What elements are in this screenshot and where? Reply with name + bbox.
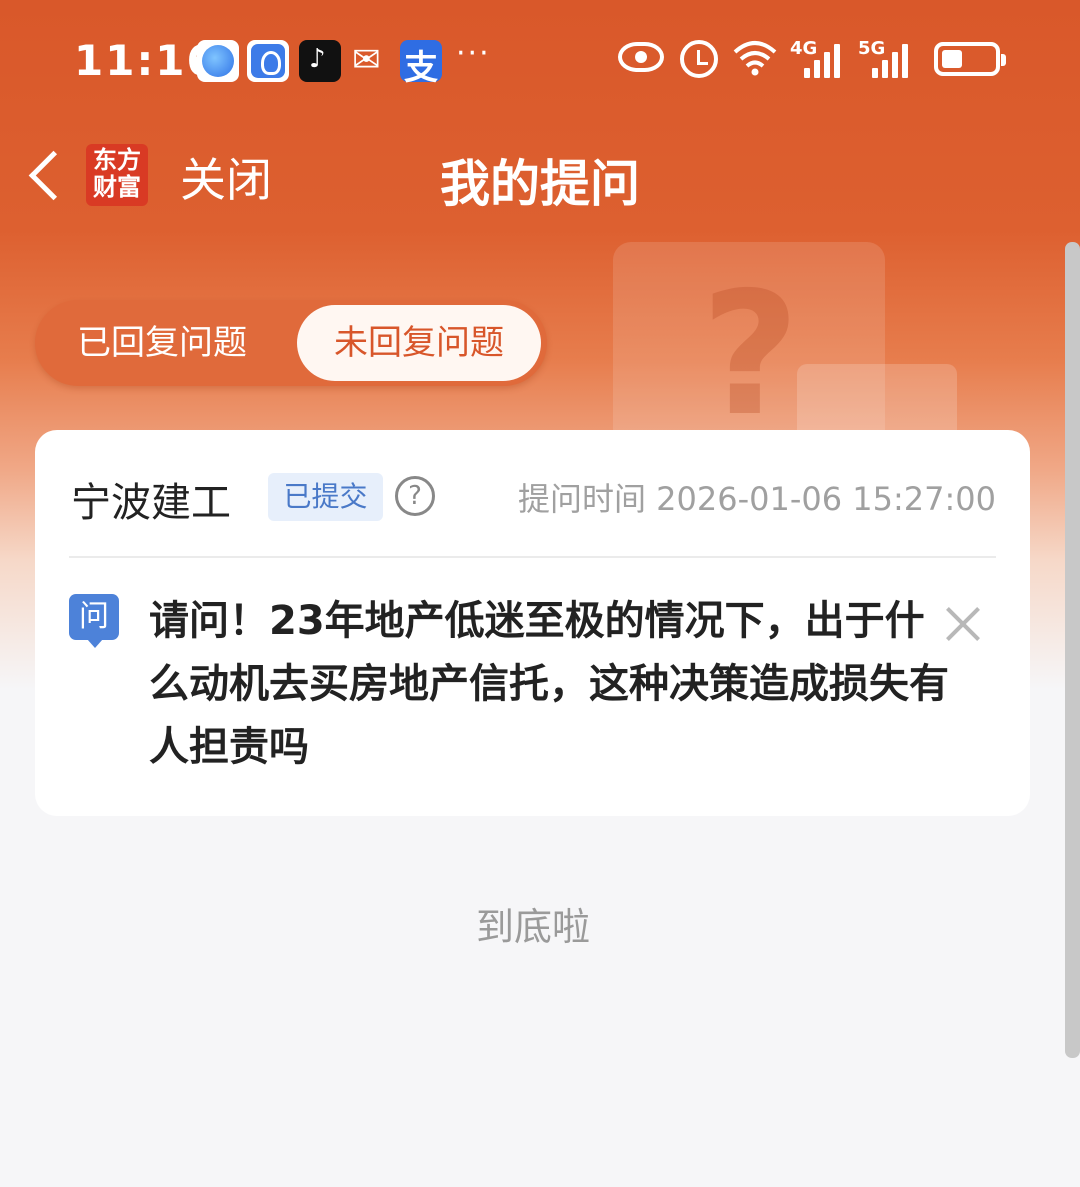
question-card: 宁波建工 已提交 ? 提问时间 2026-01-06 15:27:00 问 请问… xyxy=(35,430,1030,816)
chevron-left-icon[interactable] xyxy=(26,148,66,208)
end-of-list-text: 到底啦 xyxy=(475,905,590,949)
close-icon[interactable] xyxy=(943,604,983,644)
alarm-icon xyxy=(680,40,718,78)
wechat-icon: ✉ xyxy=(352,40,381,80)
company-name: 宁波建工 xyxy=(71,480,231,526)
navigation-bar: 东方 财富 关闭 我的提问 xyxy=(0,130,1080,222)
battery-icon xyxy=(934,42,1006,76)
browser-icon xyxy=(197,40,239,82)
app-logo: 东方 财富 xyxy=(86,144,148,206)
question-text: 请问！23年地产低迷至极的情况下，出于什么动机去买房地产信托，这种决策造成损失有… xyxy=(149,598,949,770)
tab-unanswered[interactable]: 未回复问题 xyxy=(297,305,541,381)
tab-answered[interactable]: 已回复问题 xyxy=(65,300,305,386)
eye-icon xyxy=(618,42,664,72)
help-icon[interactable]: ? xyxy=(395,476,435,516)
tab-bar: 已回复问题 未回复问题 xyxy=(35,300,547,386)
more-notifications-icon: ··· xyxy=(456,36,491,71)
status-bar: 11:16 ♪ ✉ 支 ··· 4G 5G xyxy=(0,30,1080,90)
tiktok-icon: ♪ xyxy=(299,40,341,82)
wifi-icon xyxy=(732,38,778,88)
close-button[interactable]: 关闭 xyxy=(180,144,272,210)
page-title: 我的提问 xyxy=(440,155,640,213)
ask-time: 提问时间 2026-01-06 15:27:00 xyxy=(517,480,996,518)
status-badge: 已提交 xyxy=(268,473,383,521)
question-icon: 问 xyxy=(69,594,119,648)
scrollbar[interactable] xyxy=(1065,242,1080,1058)
lightbulb-app-icon xyxy=(247,40,289,82)
alipay-icon: 支 xyxy=(400,40,442,88)
divider xyxy=(69,556,996,558)
